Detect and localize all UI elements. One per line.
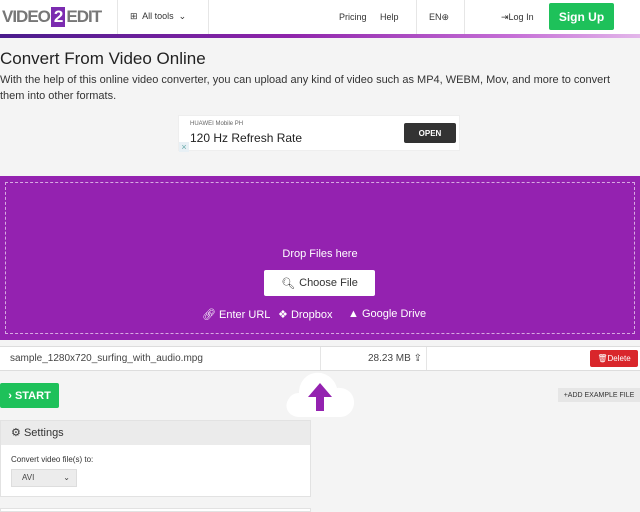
- enter-url-label: Enter URL: [219, 309, 271, 321]
- logo-text: VIDEO: [2, 7, 51, 26]
- choose-file-label: Choose File: [299, 277, 358, 289]
- divider: [208, 0, 209, 34]
- ad-close-icon[interactable]: ×: [179, 142, 189, 152]
- all-tools-menu[interactable]: ⊞ All tools ⌄: [130, 11, 186, 22]
- logo[interactable]: VIDEO 2 EDIT: [2, 7, 102, 27]
- login-icon: ⇥: [501, 12, 509, 22]
- signup-button[interactable]: Sign Up: [549, 3, 614, 30]
- link-icon: 🔗︎: [202, 309, 216, 321]
- grid-icon: ⊞: [130, 11, 138, 21]
- chevron-down-icon: ⌄: [63, 473, 70, 482]
- dropbox-label: Dropbox: [290, 309, 333, 321]
- google-drive-icon: ▲: [348, 308, 359, 320]
- advertisement[interactable]: HUAWEI Mobile PH 120 Hz Refresh Rate OPE…: [178, 115, 460, 152]
- ad-title: 120 Hz Refresh Rate: [190, 131, 303, 145]
- file-size-value: 28.23 MB: [368, 353, 411, 364]
- ad-brand: HUAWEI Mobile PH: [190, 121, 244, 127]
- login-link[interactable]: ⇥Log In: [501, 12, 534, 23]
- convert-label: Convert video file(s) to:: [11, 455, 94, 464]
- login-label: Log In: [508, 12, 534, 22]
- language-selector[interactable]: EN⊕: [429, 12, 449, 23]
- gears-icon: ⚙: [11, 427, 21, 439]
- ad-open-button[interactable]: OPEN: [404, 123, 456, 143]
- cloud-upload-icon: [286, 372, 355, 417]
- pricing-link[interactable]: Pricing: [339, 12, 367, 22]
- settings-panel: ⚙ Settings Convert video file(s) to: AVI…: [0, 420, 311, 497]
- divider: [320, 347, 321, 370]
- upload-icon: ⇪: [413, 353, 422, 364]
- logo-text-2: EDIT: [66, 7, 102, 26]
- help-link[interactable]: Help: [380, 12, 399, 22]
- dropbox-link[interactable]: ❖ Dropbox: [278, 308, 333, 321]
- chevron-down-icon: ⌄: [178, 11, 187, 21]
- page-title: Convert From Video Online: [0, 49, 206, 68]
- settings-header: ⚙ Settings: [1, 421, 310, 445]
- choose-file-button[interactable]: 🔍︎ Choose File: [264, 270, 375, 296]
- logo-number: 2: [50, 7, 66, 27]
- google-drive-link[interactable]: ▲ Google Drive: [348, 308, 426, 320]
- header-gradient-bar: [0, 34, 640, 38]
- add-example-label: ADD EXAMPLE FILE: [567, 391, 635, 399]
- enter-url-link[interactable]: 🔗︎ Enter URL: [202, 308, 270, 321]
- page-description: With the help of this online video conve…: [0, 74, 611, 102]
- search-icon: 🔍︎: [281, 277, 296, 290]
- format-value: AVI: [22, 473, 35, 482]
- dropbox-icon: ❖: [278, 309, 288, 321]
- delete-label: Delete: [607, 354, 631, 363]
- start-button[interactable]: › START: [0, 383, 59, 408]
- header: VIDEO 2 EDIT ⊞ All tools ⌄ Pricing Help EN…: [0, 0, 640, 34]
- language-label: EN: [429, 12, 442, 22]
- all-tools-label: All tools: [142, 11, 174, 21]
- start-label: START: [14, 389, 51, 402]
- trash-icon: 🗑︎: [597, 354, 608, 363]
- divider: [416, 0, 417, 34]
- file-row: sample_1280x720_surfing_with_audio.mpg 2…: [0, 346, 640, 371]
- add-example-file-button[interactable]: + ADD EXAMPLE FILE: [558, 388, 640, 402]
- globe-icon: ⊕: [441, 12, 450, 22]
- file-name: sample_1280x720_surfing_with_audio.mpg: [10, 353, 203, 364]
- delete-button[interactable]: 🗑︎ Delete: [590, 350, 638, 367]
- divider: [426, 347, 427, 370]
- divider: [464, 0, 465, 34]
- drop-files-text: Drop Files here: [282, 248, 358, 260]
- settings-title: Settings: [23, 427, 64, 439]
- format-select[interactable]: AVI ⌄: [11, 469, 77, 487]
- file-size: 28.23 MB ⇪: [368, 347, 422, 370]
- chevron-right-icon: ›: [8, 389, 15, 402]
- next-panel: [0, 508, 311, 512]
- divider: [117, 0, 118, 34]
- google-drive-label: Google Drive: [361, 308, 427, 320]
